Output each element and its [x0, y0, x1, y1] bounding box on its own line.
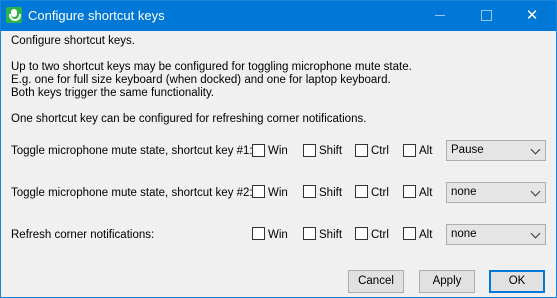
shortcut-2-win-checkbox[interactable]	[252, 185, 265, 198]
close-button[interactable]: ✕	[509, 1, 555, 30]
refresh-ctrl-checkbox[interactable]	[355, 227, 368, 240]
description-line-3: Both keys trigger the same functionality…	[11, 87, 215, 99]
shortcut-2-key-select[interactable]: none	[446, 182, 546, 203]
refresh-alt-checkbox[interactable]	[403, 227, 416, 240]
shortcut-2-ctrl-label[interactable]: Ctrl	[371, 187, 389, 199]
refresh-notifications-label: Refresh corner notifications:	[11, 229, 155, 241]
dialog-heading: Configure shortcut keys.	[11, 35, 136, 47]
shortcut-2-ctrl-checkbox[interactable]	[355, 185, 368, 198]
shortcut-2-alt-label[interactable]: Alt	[419, 187, 432, 199]
shortcut-1-win-checkbox[interactable]	[252, 144, 265, 157]
refresh-ctrl-label[interactable]: Ctrl	[371, 229, 389, 241]
microphone-icon	[6, 7, 22, 23]
shortcut-2-label: Toggle microphone mute state, shortcut k…	[11, 187, 253, 199]
refresh-win-label[interactable]: Win	[268, 229, 288, 241]
shortcut-1-shift-checkbox[interactable]	[303, 144, 316, 157]
shortcut-1-ctrl-label[interactable]: Ctrl	[371, 145, 389, 157]
close-icon: ✕	[525, 7, 539, 24]
cancel-button[interactable]: Cancel	[348, 270, 404, 293]
refresh-win-checkbox[interactable]	[252, 227, 265, 240]
shortcut-1-win-label[interactable]: Win	[268, 145, 288, 157]
shortcut-2-win-label[interactable]: Win	[268, 187, 288, 199]
refresh-shift-checkbox[interactable]	[303, 227, 316, 240]
ok-button[interactable]: OK	[489, 270, 545, 293]
description-line-2: E.g. one for full size keyboard (when do…	[11, 74, 391, 86]
apply-button[interactable]: Apply	[419, 270, 475, 293]
shortcut-1-alt-label[interactable]: Alt	[419, 145, 432, 157]
description-line-4: One shortcut key can be configured for r…	[11, 113, 367, 125]
shortcut-1-shift-label[interactable]: Shift	[319, 145, 342, 157]
shortcut-1-alt-checkbox[interactable]	[403, 144, 416, 157]
description-line-1: Up to two shortcut keys may be configure…	[11, 61, 412, 73]
window-title: Configure shortcut keys	[28, 8, 165, 23]
refresh-key-value: none	[451, 228, 477, 240]
refresh-shift-label[interactable]: Shift	[319, 229, 342, 241]
maximize-button[interactable]	[463, 1, 509, 30]
shortcut-2-shift-checkbox[interactable]	[303, 185, 316, 198]
shortcut-2-shift-label[interactable]: Shift	[319, 187, 342, 199]
refresh-alt-label[interactable]: Alt	[419, 229, 432, 241]
refresh-key-select[interactable]: none	[446, 224, 546, 245]
chevron-down-icon	[530, 144, 541, 155]
shortcut-1-key-value: Pause	[451, 144, 484, 156]
shortcut-1-ctrl-checkbox[interactable]	[355, 144, 368, 157]
shortcut-1-label: Toggle microphone mute state, shortcut k…	[11, 145, 253, 157]
chevron-down-icon	[530, 228, 541, 239]
shortcut-2-alt-checkbox[interactable]	[403, 185, 416, 198]
minimize-button[interactable]	[417, 1, 463, 30]
chevron-down-icon	[530, 186, 541, 197]
maximize-icon	[481, 10, 492, 21]
shortcut-2-key-value: none	[451, 186, 477, 198]
minimize-icon	[435, 15, 445, 16]
dialog-window: Configure shortcut keys ✕ Configure shor…	[0, 0, 557, 298]
shortcut-1-key-select[interactable]: Pause	[446, 140, 546, 161]
title-bar[interactable]: Configure shortcut keys ✕	[1, 1, 556, 31]
